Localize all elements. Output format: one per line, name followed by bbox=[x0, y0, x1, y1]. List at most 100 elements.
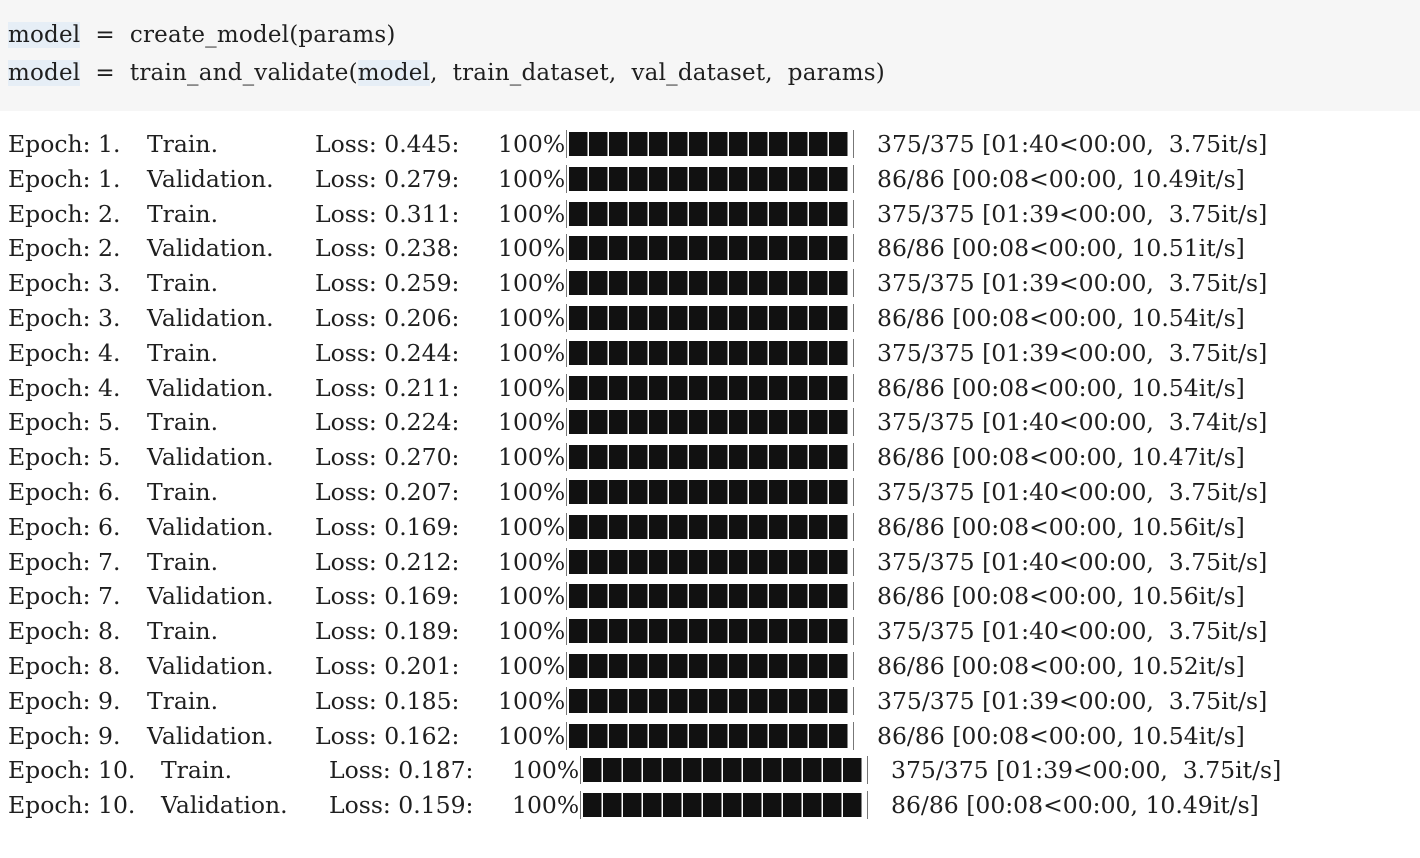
percent-label: 100% bbox=[498, 477, 566, 506]
progress-bar-fill bbox=[569, 653, 849, 678]
progress-bar bbox=[566, 408, 854, 437]
progress-bar bbox=[566, 199, 854, 228]
epoch-label: Epoch: 4. bbox=[8, 338, 121, 367]
progress-row: Epoch: 10. Validation. Loss: 0.159: 100% 86/… bbox=[0, 788, 1420, 823]
code-variable: model bbox=[8, 60, 81, 86]
progress-bar bbox=[566, 234, 854, 263]
progress-stats: 375/375 [01:40<00:00, 3.74it/s] bbox=[877, 408, 1268, 437]
progress-stats: 375/375 [01:40<00:00, 3.75it/s] bbox=[877, 130, 1268, 158]
progress-bar bbox=[566, 512, 854, 541]
progress-bar-fill bbox=[583, 758, 863, 783]
code-line: model = create_model(params) bbox=[8, 17, 396, 53]
percent-label: 100% bbox=[498, 338, 566, 367]
progress-bar bbox=[566, 338, 854, 367]
phase-label: Validation. bbox=[161, 791, 288, 820]
progress-bar bbox=[566, 269, 854, 298]
progress-bar-fill bbox=[569, 584, 849, 609]
progress-row: Epoch: 8. Validation. Loss: 0.201: 100% 86/8… bbox=[0, 649, 1420, 684]
loss-label: Loss: 0.311: bbox=[315, 199, 460, 228]
progress-stats: 375/375 [01:39<00:00, 3.75it/s] bbox=[877, 269, 1268, 298]
progress-row: Epoch: 7. Validation. Loss: 0.169: 100% 86/8… bbox=[0, 579, 1420, 614]
progress-stats: 86/86 [00:08<00:00, 10.56it/s] bbox=[877, 512, 1245, 541]
epoch-label: Epoch: 9. bbox=[8, 721, 121, 750]
loss-label: Loss: 0.270: bbox=[315, 443, 460, 472]
progress-row: Epoch: 6. Train. Loss: 0.207: 100% 375/375 [… bbox=[0, 475, 1420, 510]
progress-stats: 86/86 [00:08<00:00, 10.56it/s] bbox=[877, 582, 1245, 611]
progress-bar-fill bbox=[569, 271, 849, 296]
percent-label: 100% bbox=[498, 512, 566, 541]
progress-row: Epoch: 6. Validation. Loss: 0.169: 100% 86/8… bbox=[0, 510, 1420, 545]
loss-label: Loss: 0.259: bbox=[315, 269, 460, 298]
epoch-label: Epoch: 7. bbox=[8, 547, 121, 576]
progress-row: Epoch: 4. Train. Loss: 0.244: 100% 375/375 [… bbox=[0, 336, 1420, 371]
progress-stats: 86/86 [00:08<00:00, 10.49it/s] bbox=[877, 164, 1245, 193]
epoch-label: Epoch: 2. bbox=[8, 234, 121, 263]
progress-bar bbox=[566, 582, 854, 611]
progress-stats: 375/375 [01:40<00:00, 3.75it/s] bbox=[877, 617, 1268, 646]
progress-bar bbox=[566, 477, 854, 506]
percent-label: 100% bbox=[498, 373, 566, 402]
progress-row: Epoch: 4. Validation. Loss: 0.211: 100% 86/8… bbox=[0, 371, 1420, 406]
progress-row: Epoch: 2. Validation. Loss: 0.238: 100% 86/8… bbox=[0, 231, 1420, 266]
epoch-label: Epoch: 9. bbox=[8, 686, 121, 715]
percent-label: 100% bbox=[498, 199, 566, 228]
epoch-label: Epoch: 3. bbox=[8, 269, 121, 298]
progress-bar-fill bbox=[569, 201, 849, 226]
progress-bar bbox=[566, 651, 854, 680]
phase-label: Train. bbox=[147, 130, 219, 158]
loss-label: Loss: 0.185: bbox=[315, 686, 460, 715]
phase-label: Validation. bbox=[147, 234, 274, 263]
percent-label: 100% bbox=[498, 617, 566, 646]
progress-row: Epoch: 3. Train. Loss: 0.259: 100% 375/375 [… bbox=[0, 266, 1420, 301]
loss-label: Loss: 0.211: bbox=[315, 373, 460, 402]
progress-bar bbox=[566, 303, 854, 332]
epoch-label: Epoch: 5. bbox=[8, 408, 121, 437]
loss-label: Loss: 0.159: bbox=[329, 791, 474, 820]
epoch-label: Epoch: 8. bbox=[8, 651, 121, 680]
loss-label: Loss: 0.187: bbox=[329, 756, 474, 785]
progress-bar-fill bbox=[569, 479, 849, 504]
loss-label: Loss: 0.224: bbox=[315, 408, 460, 437]
phase-label: Validation. bbox=[147, 582, 274, 611]
phase-label: Validation. bbox=[147, 164, 274, 193]
percent-label: 100% bbox=[512, 791, 580, 820]
epoch-label: Epoch: 8. bbox=[8, 617, 121, 646]
progress-row: Epoch: 1. Train. Loss: 0.445: 100% 375/375 [… bbox=[0, 127, 1420, 162]
percent-label: 100% bbox=[498, 164, 566, 193]
phase-label: Train. bbox=[147, 686, 219, 715]
progress-stats: 375/375 [01:40<00:00, 3.75it/s] bbox=[877, 547, 1268, 576]
progress-bar bbox=[566, 617, 854, 646]
progress-bar-fill bbox=[569, 305, 849, 330]
epoch-label: Epoch: 1. bbox=[8, 130, 121, 158]
progress-bar-fill bbox=[569, 375, 849, 400]
progress-row: Epoch: 2. Train. Loss: 0.311: 100% 375/375 [… bbox=[0, 197, 1420, 232]
epoch-label: Epoch: 10. bbox=[8, 756, 136, 785]
progress-bar-fill bbox=[569, 132, 849, 156]
loss-label: Loss: 0.169: bbox=[315, 582, 460, 611]
loss-label: Loss: 0.279: bbox=[315, 164, 460, 193]
code-operator: = bbox=[95, 22, 115, 48]
progress-stats: 86/86 [00:08<00:00, 10.52it/s] bbox=[877, 651, 1245, 680]
loss-label: Loss: 0.445: bbox=[315, 130, 460, 158]
loss-label: Loss: 0.207: bbox=[315, 477, 460, 506]
progress-row: Epoch: 1. Validation. Loss: 0.279: 100% 86/8… bbox=[0, 162, 1420, 197]
percent-label: 100% bbox=[498, 443, 566, 472]
epoch-label: Epoch: 6. bbox=[8, 512, 121, 541]
progress-bar-fill bbox=[569, 340, 849, 365]
loss-label: Loss: 0.238: bbox=[315, 234, 460, 263]
progress-stats: 375/375 [01:39<00:00, 3.75it/s] bbox=[891, 756, 1282, 785]
code-variable: model bbox=[8, 22, 81, 48]
phase-label: Validation. bbox=[147, 303, 274, 332]
progress-bar-fill bbox=[569, 549, 849, 574]
progress-stats: 375/375 [01:40<00:00, 3.75it/s] bbox=[877, 477, 1268, 506]
code-cell[interactable]: model = create_model(params) model = tra… bbox=[0, 0, 1420, 111]
progress-bar bbox=[566, 443, 854, 472]
progress-bar bbox=[566, 721, 854, 750]
progress-stats: 375/375 [01:39<00:00, 3.75it/s] bbox=[877, 686, 1268, 715]
phase-label: Train. bbox=[147, 617, 219, 646]
code-expression-rest: , train_dataset, val_dataset, params) bbox=[430, 60, 885, 86]
progress-bar-fill bbox=[569, 445, 849, 470]
epoch-label: Epoch: 7. bbox=[8, 582, 121, 611]
progress-bar-fill bbox=[569, 514, 849, 539]
phase-label: Train. bbox=[161, 756, 233, 785]
